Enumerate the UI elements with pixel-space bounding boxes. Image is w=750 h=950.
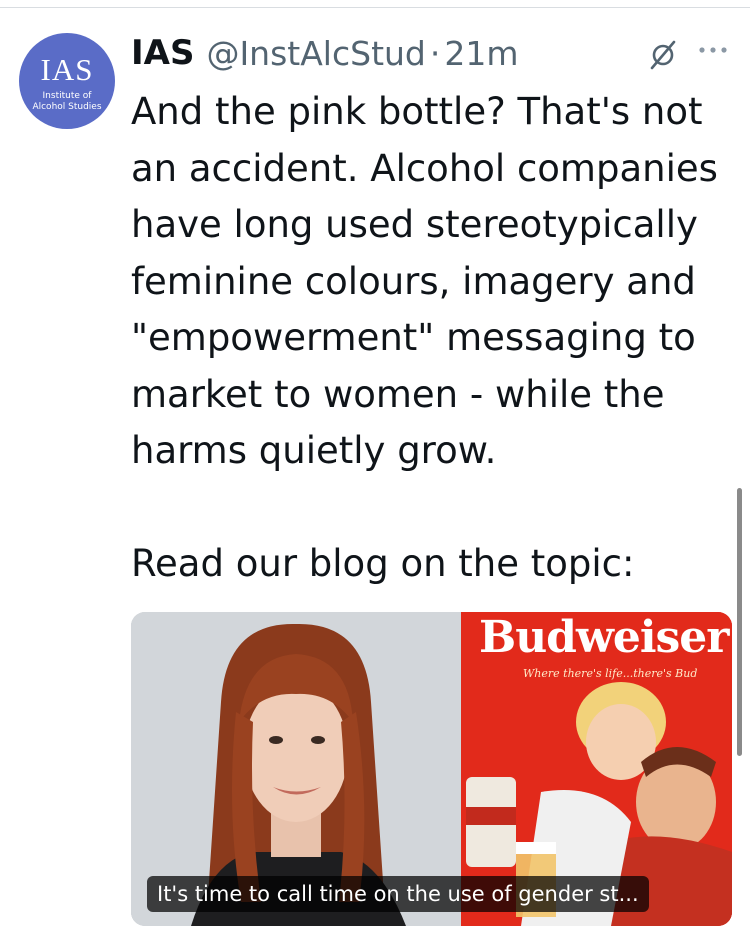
timestamp[interactable]: 21m bbox=[444, 34, 518, 73]
link-card-caption[interactable]: It's time to call time on the use of gen… bbox=[147, 876, 649, 912]
display-name[interactable]: IAS bbox=[131, 33, 194, 73]
scrollbar[interactable] bbox=[737, 488, 742, 756]
budweiser-logo: Budweiser bbox=[479, 612, 729, 663]
avatar[interactable]: IAS Institute of Alcohol Studies bbox=[19, 33, 115, 129]
top-divider bbox=[0, 7, 750, 8]
separator-dot: · bbox=[429, 33, 441, 73]
user-handle[interactable]: @InstAlcStud bbox=[206, 34, 425, 73]
more-horizontal-icon[interactable] bbox=[697, 44, 729, 56]
tweet-paragraph-2: Read our blog on the topic: bbox=[131, 542, 635, 585]
tweet-paragraph-1: And the pink bottle? That's not an accid… bbox=[131, 90, 718, 472]
muted-circle-slash-icon[interactable] bbox=[646, 38, 680, 72]
tweet-text: And the pink bottle? That's not an accid… bbox=[131, 84, 743, 593]
avatar-subtitle-line2: Alcohol Studies bbox=[32, 102, 102, 112]
budweiser-tagline: Where there's life...there's Bud bbox=[523, 667, 698, 680]
avatar-initials: IAS bbox=[40, 52, 94, 87]
avatar-subtitle-line1: Institute of bbox=[42, 91, 92, 101]
avatar-subtitle: Institute of Alcohol Studies bbox=[32, 91, 101, 113]
link-preview-card[interactable]: Budweiser Where there's life...there's B… bbox=[131, 612, 732, 926]
tweet-header: IAS @InstAlcStud · 21m bbox=[131, 30, 519, 76]
tweet-spacer bbox=[131, 480, 743, 537]
